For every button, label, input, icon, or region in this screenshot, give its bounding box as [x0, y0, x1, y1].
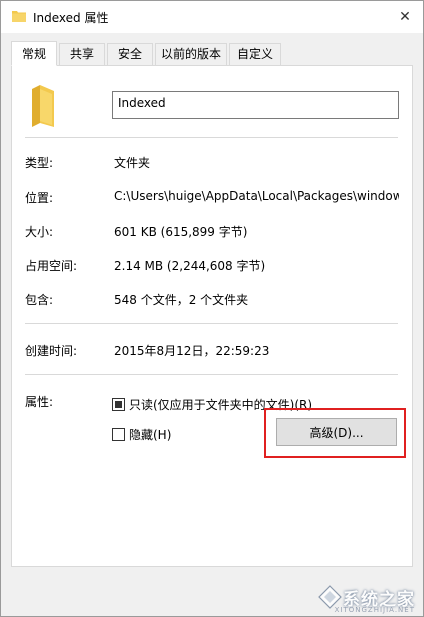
highlight-box: [264, 408, 406, 458]
folder-icon: [30, 85, 54, 130]
watermark-subtext: XITONGZHIJIA.NET: [334, 606, 415, 614]
hidden-checkbox[interactable]: [112, 428, 125, 441]
tab-customize[interactable]: 自定义: [229, 43, 281, 65]
folder-icon: [12, 10, 26, 22]
close-icon: ✕: [399, 9, 411, 25]
created-label: 创建时间:: [25, 344, 78, 358]
properties-window: Indexed 属性 ✕ 常规 共享 安全 以前的版本 自定义 Indexed …: [0, 0, 424, 617]
size-value: 601 KB (615,899 字节): [114, 225, 248, 239]
separator: [25, 374, 398, 375]
readonly-checkbox[interactable]: [112, 398, 125, 411]
watermark-logo: 系统之家 XITONGZHIJIA.NET: [317, 584, 415, 614]
tab-previous-versions[interactable]: 以前的版本: [155, 43, 227, 65]
separator: [25, 323, 398, 324]
tab-sharing[interactable]: 共享: [59, 43, 105, 65]
created-value: 2015年8月12日，22:59:23: [114, 344, 270, 358]
attributes-label: 属性:: [25, 395, 54, 409]
size-label: 大小:: [25, 225, 54, 239]
title-bar[interactable]: Indexed 属性 ✕: [1, 1, 423, 33]
size-on-disk-value: 2.14 MB (2,244,608 字节): [114, 259, 266, 273]
size-on-disk-label: 占用空间:: [25, 259, 78, 273]
window-title: Indexed 属性: [33, 11, 109, 25]
location-value: C:\Users\huige\AppData\Local\Packages\wi…: [114, 189, 399, 203]
hidden-checkbox-row[interactable]: 隐藏(H): [112, 426, 171, 443]
contains-label: 包含:: [25, 293, 54, 307]
tab-general[interactable]: 常规: [11, 41, 57, 66]
hidden-label: 隐藏(H): [129, 428, 172, 442]
general-panel: [11, 65, 413, 567]
type-value: 文件夹: [114, 156, 151, 170]
separator: [25, 137, 398, 138]
location-label: 位置:: [25, 191, 54, 205]
close-button[interactable]: ✕: [393, 5, 417, 29]
tab-security[interactable]: 安全: [107, 43, 153, 65]
folder-name-input[interactable]: Indexed: [112, 91, 399, 119]
contains-value: 548 个文件，2 个文件夹: [114, 293, 249, 307]
type-label: 类型:: [25, 156, 54, 170]
